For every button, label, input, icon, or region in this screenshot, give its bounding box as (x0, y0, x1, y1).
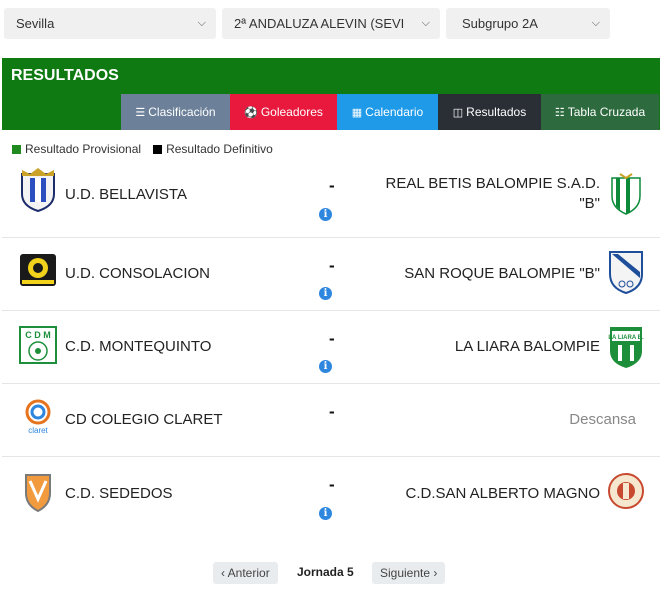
tab-resultados[interactable]: ◫ Resultados (438, 94, 541, 130)
chevron-down-icon: ⌵ (421, 17, 430, 29)
legend-definitivo-label: Resultado Definitivo (166, 142, 273, 156)
home-team-name[interactable]: U.D. CONSOLACION (65, 265, 210, 282)
jornada-pager: ‹ Anterior Jornada 5 Siguiente › (0, 562, 660, 586)
group-select-value: Subgrupo 2A (462, 16, 538, 31)
home-team-name[interactable]: CD COLEGIO CLARET (65, 411, 223, 428)
match-score: - (329, 402, 335, 421)
la-liara-crest-text: LA LIARA B. (608, 335, 644, 341)
info-icon[interactable]: i (319, 208, 332, 221)
tab-clasificacion[interactable]: ☰ Clasificación (121, 94, 230, 130)
match-row: U.D. CONSOLACION - i SAN ROQUE BALOMPIE … (2, 238, 660, 311)
away-team-name[interactable]: C.D.SAN ALBERTO MAGNO (406, 485, 601, 502)
list-icon: ☰ (135, 107, 146, 119)
next-label: Siguiente (380, 566, 431, 580)
results-header: RESULTADOS ☰ Clasificación ⚽ Goleadores ▦ C… (2, 58, 660, 130)
match-row: C D M C.D. MONTEQUINTO - i LA LIARA BALO… (2, 311, 660, 384)
away-team-name-line2: "B" (579, 195, 600, 212)
match-score: - (329, 256, 335, 275)
category-select-value: 2ª ANDALUZA ALEVIN (SEVI (234, 16, 405, 31)
montequinto-crest-text: C D M (25, 330, 51, 340)
provisional-swatch (12, 144, 21, 154)
montequinto-crest-icon: C D M (19, 326, 57, 364)
info-icon[interactable]: i (319, 507, 332, 520)
results-legend: Resultado Provisional Resultado Definiti… (12, 142, 273, 156)
soccer-ball-icon: ⚽ (244, 107, 258, 119)
previous-label: Anterior (227, 566, 270, 580)
tab-label: Calendario (365, 105, 424, 119)
away-team-name[interactable]: REAL BETIS BALOMPIE S.A.D. "B" (385, 174, 600, 214)
tab-label: Resultados (466, 105, 527, 119)
tab-calendario[interactable]: ▦ Calendario (337, 94, 438, 130)
chevron-right-icon: › (433, 566, 438, 580)
chevron-down-icon: ⌵ (197, 17, 206, 29)
page-title: RESULTADOS (11, 67, 119, 84)
group-select[interactable]: Subgrupo 2A ⌵ (446, 8, 610, 39)
betis-crest-icon (611, 173, 641, 215)
sededos-crest-icon (25, 474, 51, 513)
tab-label: Clasificación (148, 105, 216, 119)
away-team-name-line1: REAL BETIS BALOMPIE S.A.D. (385, 175, 600, 192)
match-score: - (329, 329, 335, 348)
tab-label: Goleadores (260, 105, 323, 119)
away-team-name[interactable]: SAN ROQUE BALOMPIE "B" (404, 265, 600, 282)
match-score: - (329, 176, 335, 195)
claret-crest-text: claret (28, 426, 48, 435)
tab-goleadores[interactable]: ⚽ Goleadores (230, 94, 337, 130)
chevron-left-icon: ‹ (221, 566, 225, 580)
info-icon[interactable]: i (319, 287, 332, 300)
match-score: - (329, 475, 335, 494)
tab-tabla-cruzada[interactable]: ☷ Tabla Cruzada (541, 94, 659, 130)
home-team-name[interactable]: U.D. BELLAVISTA (65, 186, 187, 203)
home-team-name[interactable]: C.D. MONTEQUINTO (65, 338, 211, 355)
chevron-down-icon: ⌵ (591, 17, 600, 29)
table-icon: ☷ (554, 107, 565, 119)
san-roque-crest-icon (609, 251, 643, 294)
province-select-value: Sevilla (16, 16, 55, 31)
calendar-icon: ▦ (351, 107, 363, 119)
columns-icon: ◫ (452, 107, 464, 119)
bellavista-crest-icon (21, 168, 55, 212)
tab-bar: ☰ Clasificación ⚽ Goleadores ▦ Calendario ◫… (121, 94, 659, 130)
match-row: C.D. SEDEDOS - i C.D.SAN ALBERTO MAGNO (2, 457, 660, 537)
info-icon[interactable]: i (319, 360, 332, 373)
consolacion-crest-icon (20, 254, 56, 286)
province-select[interactable]: Sevilla ⌵ (4, 8, 216, 39)
match-row: U.D. BELLAVISTA - i REAL BETIS BALOMPIE … (2, 158, 660, 238)
filter-bar: Sevilla ⌵ 2ª ANDALUZA ALEVIN (SEVI ⌵ Sub… (4, 8, 656, 40)
tab-label: Tabla Cruzada (567, 105, 646, 119)
san-alberto-magno-crest-icon (608, 473, 644, 509)
definitivo-swatch (153, 144, 163, 154)
match-row: claret CD COLEGIO CLARET - Descansa (2, 384, 660, 457)
away-team-name[interactable]: LA LIARA BALOMPIE (455, 338, 600, 355)
category-select[interactable]: 2ª ANDALUZA ALEVIN (SEVI ⌵ (222, 8, 440, 39)
legend-provisional-label: Resultado Provisional (25, 142, 142, 156)
home-team-name[interactable]: C.D. SEDEDOS (65, 485, 173, 502)
la-liara-crest-icon: LA LIARA B. (608, 327, 644, 368)
previous-button[interactable]: ‹ Anterior (213, 562, 278, 584)
next-button[interactable]: Siguiente › (372, 562, 446, 584)
current-jornada: Jornada 5 (297, 565, 354, 579)
rest-label: Descansa (569, 411, 636, 428)
claret-crest-icon: claret (25, 399, 51, 435)
